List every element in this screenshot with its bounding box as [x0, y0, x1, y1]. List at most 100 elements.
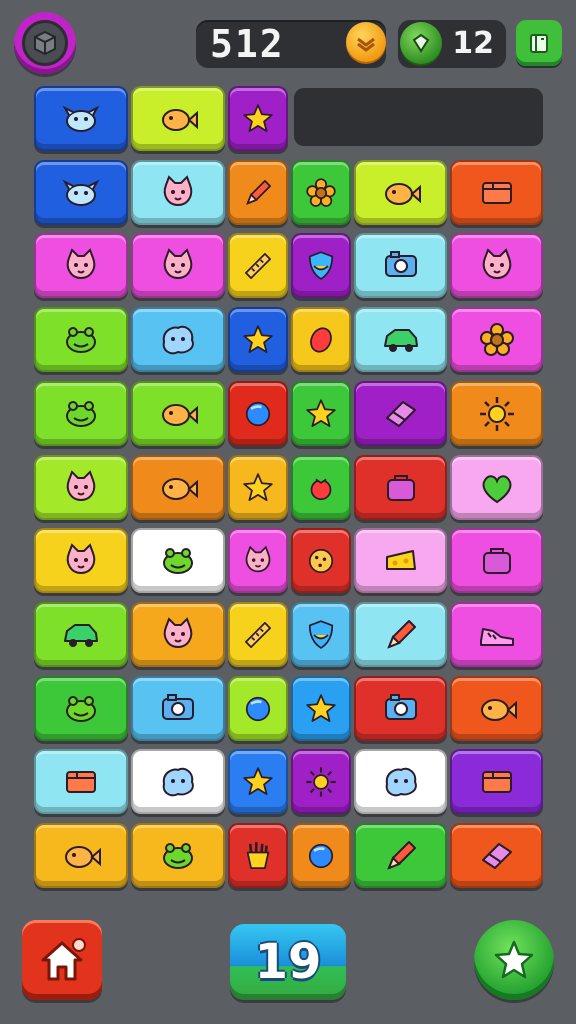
tile-fish[interactable] — [34, 823, 128, 888]
tile-bird[interactable] — [34, 160, 128, 225]
tile-cat[interactable] — [228, 528, 288, 593]
tile-ball[interactable] — [228, 676, 288, 741]
tile-heart[interactable] — [450, 455, 543, 520]
tile-star[interactable] — [228, 455, 288, 520]
tile-cat[interactable] — [34, 455, 128, 520]
frog-icon — [66, 695, 96, 722]
tile-blob[interactable] — [131, 749, 225, 814]
shoe-icon — [479, 627, 514, 646]
box-icon — [481, 770, 512, 793]
shield-icon — [308, 619, 334, 649]
tile-shield[interactable] — [291, 602, 351, 667]
tile-cheese[interactable] — [354, 528, 447, 593]
menu-button[interactable] — [14, 12, 76, 74]
tile-box[interactable] — [450, 160, 543, 225]
flower-icon — [306, 177, 336, 207]
book-button[interactable] — [516, 20, 562, 66]
tile-blob[interactable] — [131, 307, 225, 372]
tile-ball[interactable] — [228, 381, 288, 446]
tile-berry[interactable] — [291, 455, 351, 520]
cat-icon — [163, 616, 193, 648]
tile-shoe[interactable] — [450, 602, 543, 667]
tile-frog[interactable] — [131, 528, 225, 593]
tile-car[interactable] — [34, 602, 128, 667]
frog-icon — [66, 326, 96, 353]
fish-icon — [162, 108, 198, 131]
tile-star[interactable] — [291, 676, 351, 741]
tile-shield[interactable] — [291, 233, 351, 298]
tile-fish[interactable] — [131, 381, 225, 446]
cookie-icon — [308, 548, 334, 573]
heart-icon — [482, 474, 511, 503]
ruler-icon — [245, 621, 271, 648]
tile-box[interactable] — [34, 749, 128, 814]
star-icon — [243, 766, 273, 795]
eraser-icon — [385, 400, 416, 427]
bird-icon — [62, 179, 100, 206]
star-button[interactable] — [474, 920, 554, 1000]
level-button[interactable]: 19 — [230, 924, 346, 1000]
tile-camera[interactable] — [354, 233, 447, 298]
tile-cat[interactable] — [131, 602, 225, 667]
tile-ruler[interactable] — [228, 233, 288, 298]
tile-sun[interactable] — [450, 381, 543, 446]
tile-frog[interactable] — [34, 381, 128, 446]
star-icon — [243, 103, 273, 132]
tile-cat[interactable] — [131, 160, 225, 225]
tile-cat[interactable] — [131, 233, 225, 298]
tile-pencil[interactable] — [354, 823, 447, 888]
cat-icon — [245, 545, 271, 572]
tile-egg[interactable] — [291, 307, 351, 372]
tile-ball[interactable] — [291, 823, 351, 888]
tile-bird[interactable] — [34, 86, 128, 151]
tile-fish[interactable] — [354, 160, 447, 225]
cat-icon — [163, 247, 193, 279]
tile-frog[interactable] — [34, 676, 128, 741]
flower-icon — [479, 322, 514, 356]
tile-star[interactable] — [228, 307, 288, 372]
tile-camera[interactable] — [131, 676, 225, 741]
cat-icon — [482, 247, 511, 279]
gem-icon — [400, 22, 442, 64]
blob-icon — [162, 767, 194, 796]
tile-eraser[interactable] — [450, 823, 543, 888]
tile-fish[interactable] — [131, 86, 225, 151]
tile-star[interactable] — [228, 86, 288, 151]
tile-blob[interactable] — [354, 749, 447, 814]
tile-bag[interactable] — [450, 528, 543, 593]
tile-cookie[interactable] — [291, 528, 351, 593]
tile-car[interactable] — [354, 307, 447, 372]
home-button[interactable] — [22, 920, 102, 1000]
tile-flower[interactable] — [450, 307, 543, 372]
tile-ruler[interactable] — [228, 602, 288, 667]
tile-frog[interactable] — [34, 307, 128, 372]
fish-icon — [162, 403, 198, 426]
tile-fish[interactable] — [131, 455, 225, 520]
tile-fries[interactable] — [228, 823, 288, 888]
tile-camera[interactable] — [354, 676, 447, 741]
tile-eraser[interactable] — [354, 381, 447, 446]
tile-cat[interactable] — [34, 233, 128, 298]
tile-star[interactable] — [228, 749, 288, 814]
pencil-icon — [386, 619, 416, 649]
star-icon — [243, 472, 273, 501]
tile-flower[interactable] — [291, 160, 351, 225]
cat-icon — [66, 247, 96, 279]
tile-bag[interactable] — [354, 455, 447, 520]
tile-pencil[interactable] — [228, 160, 288, 225]
tile-star[interactable] — [291, 381, 351, 446]
tile-cat[interactable] — [450, 233, 543, 298]
tile-cat[interactable] — [34, 528, 128, 593]
blob-icon — [385, 767, 417, 796]
car-icon — [64, 623, 98, 647]
ball-icon — [308, 843, 334, 868]
tile-box[interactable] — [450, 749, 543, 814]
fish-icon — [162, 477, 198, 500]
frog-icon — [163, 842, 193, 869]
tile-pencil[interactable] — [354, 602, 447, 667]
gem-count: 12 — [452, 26, 494, 61]
tile-fish[interactable] — [450, 676, 543, 741]
tile-sun[interactable] — [291, 749, 351, 814]
shield-icon — [308, 250, 334, 280]
tile-frog[interactable] — [131, 823, 225, 888]
